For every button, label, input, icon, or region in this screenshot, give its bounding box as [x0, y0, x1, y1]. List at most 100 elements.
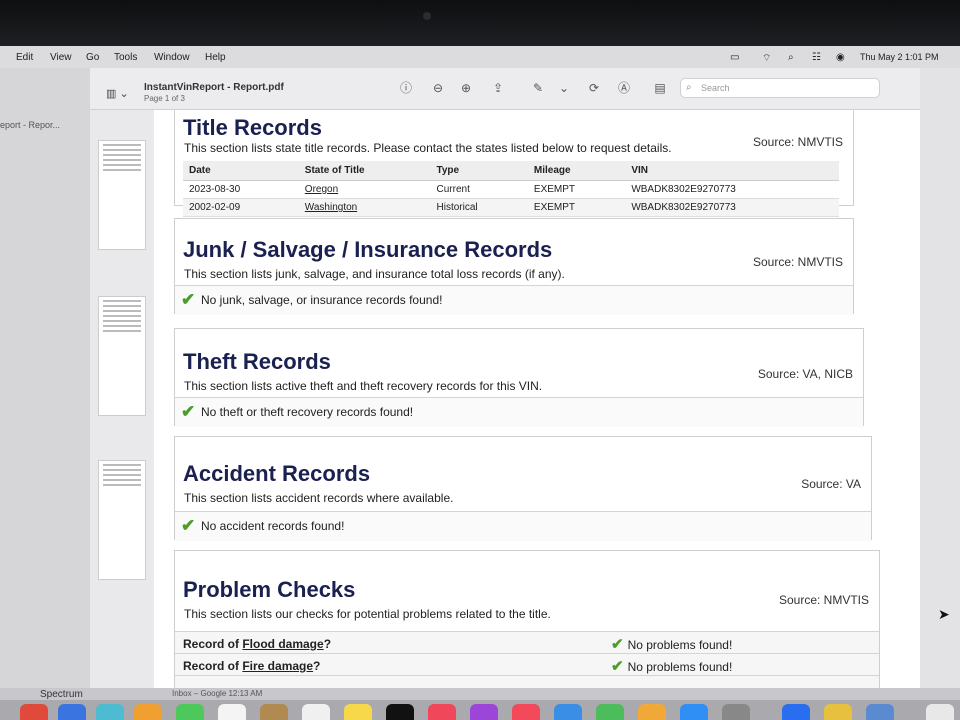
notes-icon[interactable]	[344, 704, 372, 720]
problem-check-row-partial	[175, 675, 879, 688]
search-input[interactable]: ⌕ Search	[680, 78, 880, 98]
menu-clock[interactable]: Thu May 2 1:01 PM	[860, 52, 939, 62]
battery-icon[interactable]: ▭	[730, 52, 739, 63]
app-store-icon[interactable]	[680, 704, 708, 720]
section-source: Source: VA, NICB	[757, 367, 853, 381]
music-icon[interactable]	[428, 704, 456, 720]
problem-check-label: Record of Fire damage?	[183, 659, 321, 673]
section-description: This section lists our checks for potent…	[184, 607, 551, 621]
result-box: ✔ No junk, salvage, or insurance records…	[175, 285, 853, 315]
section-source: Source: NMVTIS	[778, 593, 869, 607]
cell-vin: WBADK8302E9270773	[625, 198, 839, 217]
menu-edit[interactable]: Edit	[16, 52, 33, 63]
problem-check-row: Record of Flood damage? ✔ No problems fou…	[175, 631, 879, 653]
checkmark-icon: ✔	[611, 658, 624, 675]
background-window-right	[918, 68, 960, 688]
pages-icon[interactable]	[638, 704, 666, 720]
page-thumbnail-1[interactable]	[98, 140, 146, 250]
result-text: No theft or theft recovery records found…	[201, 405, 414, 419]
section-description: This section lists junk, salvage, and in…	[184, 267, 565, 281]
background-window-left	[0, 68, 90, 688]
document-title: InstantVinReport - Report.pdf	[144, 82, 284, 93]
spotlight-icon[interactable]: ⌕	[788, 52, 794, 63]
cell-state[interactable]: Washington	[298, 198, 431, 217]
preview-icon[interactable]	[866, 704, 894, 720]
markup-pen-icon[interactable]: ✎	[528, 78, 548, 98]
title-records-section: Title Records This section lists state t…	[174, 110, 854, 217]
cell-type: Historical	[430, 198, 528, 217]
problem-check-label: Record of Flood damage?	[183, 637, 332, 651]
numbers-icon[interactable]	[596, 704, 624, 720]
menu-window[interactable]: Window	[154, 52, 190, 63]
cell-date: 2023-08-30	[183, 180, 299, 199]
camera	[423, 12, 431, 20]
thumbnail-label: eport - Repor...	[0, 120, 60, 130]
rotate-icon[interactable]: ⟳	[584, 78, 604, 98]
search-icon: ⌕	[686, 82, 692, 93]
menu-go[interactable]: Go	[86, 52, 99, 63]
dock-app-icon[interactable]	[96, 704, 124, 720]
menu-help[interactable]: Help	[205, 52, 226, 63]
problem-check-result: ✔ No problems found!	[611, 636, 733, 653]
section-description: This section lists state title records. …	[184, 141, 672, 155]
section-title: Accident Records	[183, 461, 371, 486]
chevron-down-icon[interactable]: ⌄	[554, 78, 574, 98]
info-icon[interactable]: ⓘ	[396, 78, 416, 98]
search-placeholder: Search	[701, 83, 730, 93]
page-thumbnail-3[interactable]	[98, 460, 146, 580]
table-row: 2002-02-09 Washington Historical EXEMPT …	[183, 198, 839, 217]
dock-app-icon[interactable]	[134, 704, 162, 720]
section-source: Source: NMVTIS	[752, 255, 843, 269]
problem-checks-section: Problem Checks This section lists our ch…	[174, 550, 880, 688]
zoom-in-icon[interactable]: ⊕	[456, 78, 476, 98]
sidebar-toggle-icon[interactable]: ▥ ⌄	[106, 87, 129, 100]
cell-date: 2002-02-09	[183, 198, 299, 217]
annotate-icon[interactable]: Ⓐ	[614, 78, 634, 98]
problem-topic-link[interactable]: Fire damage	[242, 659, 313, 673]
cell-mileage: EXEMPT	[527, 180, 626, 199]
tv-icon[interactable]	[386, 704, 414, 720]
share-icon[interactable]: ⇪	[488, 78, 508, 98]
dock-app-icon[interactable]	[260, 704, 288, 720]
section-description: This section lists accident records wher…	[184, 491, 454, 505]
settings-icon[interactable]	[722, 704, 750, 720]
podcasts-icon[interactable]	[470, 704, 498, 720]
menu-tools[interactable]: Tools	[114, 52, 137, 63]
dock-app-icon[interactable]	[782, 704, 810, 720]
mac-menu-bar: Edit View Go Tools Window Help ▭ ⌔ ⌕ ☷ ◉…	[0, 46, 960, 68]
junk-salvage-section: Junk / Salvage / Insurance Records This …	[174, 218, 854, 315]
siri-icon[interactable]: ◉	[836, 52, 845, 63]
column-header: State of Title	[298, 161, 431, 181]
background-window-strip	[0, 688, 960, 700]
trash-icon[interactable]	[926, 704, 954, 720]
checkmark-icon: ✔	[181, 516, 196, 535]
dock-app-icon[interactable]	[20, 704, 48, 720]
control-center-icon[interactable]: ☷	[812, 52, 821, 63]
keynote-icon[interactable]	[554, 704, 582, 720]
zoom-out-icon[interactable]: ⊖	[428, 78, 448, 98]
wifi-icon[interactable]: ⌔	[762, 52, 771, 65]
page-indicator: Page 1 of 3	[144, 94, 185, 103]
dock-app-icon[interactable]	[302, 704, 330, 720]
dock-app-icon[interactable]	[58, 704, 86, 720]
calendar-icon[interactable]	[218, 704, 246, 720]
chrome-icon[interactable]	[824, 704, 852, 720]
column-header: Type	[430, 161, 528, 181]
dock-app-icon[interactable]	[176, 704, 204, 720]
news-icon[interactable]	[512, 704, 540, 720]
menu-view[interactable]: View	[50, 52, 72, 63]
form-fill-icon[interactable]: ▤	[650, 78, 670, 98]
preview-toolbar: ▥ ⌄ InstantVinReport - Report.pdf Page 1…	[90, 68, 920, 110]
column-header: VIN	[625, 161, 839, 181]
cell-state[interactable]: Oregon	[298, 180, 431, 199]
section-title: Problem Checks	[183, 577, 356, 602]
inbox-window-label[interactable]: Inbox – Google 12:13 AM	[172, 689, 262, 698]
pdf-page: Title Records This section lists state t…	[154, 110, 920, 688]
checkmark-icon: ✔	[611, 636, 624, 653]
section-description: This section lists active theft and thef…	[184, 379, 543, 393]
thumbnail-sidebar	[90, 110, 154, 688]
problem-topic-link[interactable]: Flood damage	[242, 637, 323, 651]
section-title: Junk / Salvage / Insurance Records	[183, 237, 553, 262]
spectrum-window-label[interactable]: Spectrum	[40, 689, 83, 700]
page-thumbnail-2[interactable]	[98, 296, 146, 416]
